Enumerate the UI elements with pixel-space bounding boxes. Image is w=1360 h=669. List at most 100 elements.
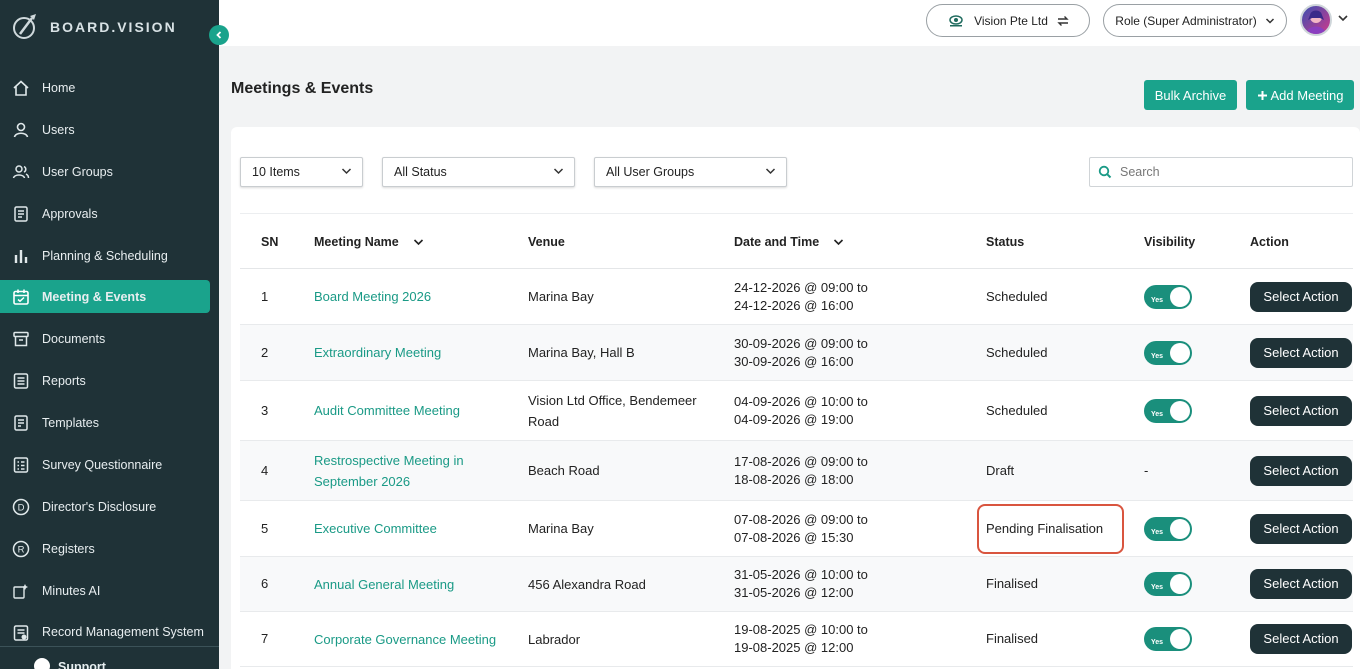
search-icon <box>1098 165 1112 179</box>
row-date-time: 04-09-2026 @ 10:00 to 04-09-2026 @ 19:00 <box>734 381 964 440</box>
column-header-date-time[interactable]: Date and Time <box>734 235 844 249</box>
chevron-down-icon <box>553 168 564 175</box>
sidebar-item-meeting-events[interactable]: Meeting & Events <box>0 280 210 314</box>
column-header-meeting-name[interactable]: Meeting Name <box>314 235 424 249</box>
select-action-button[interactable]: Select Action <box>1250 455 1352 486</box>
sidebar-nav: Home Users User Groups Approvals Planning & … <box>0 67 219 654</box>
sort-chevron-down-icon <box>413 239 423 246</box>
meeting-name-link[interactable]: Annual General Meeting <box>314 557 504 611</box>
organization-switcher[interactable]: Vision Pte Ltd <box>926 4 1090 37</box>
user-groups-filter-select[interactable]: All User Groups <box>594 157 787 187</box>
select-action-button[interactable]: Select Action <box>1250 569 1352 599</box>
meeting-name-link[interactable]: Extraordinary Meeting <box>314 325 504 380</box>
row-sn: 4 <box>261 462 269 478</box>
bar-chart-icon <box>10 245 32 267</box>
select-action-button[interactable]: Select Action <box>1250 624 1352 654</box>
sidebar-item-label: Meeting & Events <box>42 289 147 304</box>
visibility-toggle[interactable]: Yes <box>1144 516 1192 541</box>
row-date-time: 30-09-2026 @ 09:00 to 30-09-2026 @ 16:00 <box>734 325 964 380</box>
sidebar-item-planning-scheduling[interactable]: Planning & Scheduling <box>0 235 219 277</box>
row-venue: Marina Bay <box>528 521 594 536</box>
sidebar-item-minutes-ai[interactable]: Minutes AI <box>0 570 219 612</box>
report-icon <box>10 370 32 392</box>
toggle-label: Yes <box>1151 639 1164 646</box>
sidebar-item-director-s-disclosure[interactable]: D Director's Disclosure <box>0 486 219 528</box>
sidebar-item-label: Record Management System <box>42 625 204 640</box>
select-action-button[interactable]: Select Action <box>1250 281 1352 312</box>
row-action: Select Action <box>1250 557 1352 611</box>
brand-name: BOARD.VISION <box>50 19 177 35</box>
search-box[interactable] <box>1089 157 1353 187</box>
column-header-action: Action <box>1250 235 1289 249</box>
sidebar: BOARD.VISION Home Users User Groups Approva… <box>0 0 219 669</box>
row-date-time: 07-08-2026 @ 09:00 to 07-08-2026 @ 15:30 <box>734 501 964 556</box>
visibility-toggle[interactable]: Yes <box>1144 284 1192 309</box>
sidebar-item-label: Users <box>42 122 75 137</box>
switch-icon <box>1057 15 1069 26</box>
sidebar-collapse-button[interactable] <box>209 25 229 45</box>
sort-chevron-down-icon <box>834 239 844 246</box>
search-input[interactable] <box>1120 165 1340 179</box>
bulk-archive-button[interactable]: Bulk Archive <box>1144 80 1237 110</box>
sidebar-item-users[interactable]: Users <box>0 109 219 151</box>
sidebar-item-label: Planning & Scheduling <box>42 248 168 263</box>
sidebar-item-home[interactable]: Home <box>0 67 219 109</box>
row-sn: 5 <box>261 520 269 536</box>
row-date-time: 17-08-2026 @ 09:00 to 18-08-2026 @ 18:00 <box>734 441 964 500</box>
minutes-ai-icon <box>10 580 32 602</box>
sidebar-item-reports[interactable]: Reports <box>0 360 219 402</box>
meeting-name-link[interactable]: Restrospective Meeting in September 2026 <box>314 441 504 500</box>
sidebar-item-user-groups[interactable]: User Groups <box>0 151 219 193</box>
sidebar-divider <box>0 646 219 647</box>
sidebar-item-label: Templates <box>42 416 99 431</box>
brand[interactable]: BOARD.VISION <box>10 12 177 42</box>
sidebar-item-approvals[interactable]: Approvals <box>0 193 219 235</box>
select-action-button[interactable]: Select Action <box>1250 337 1352 368</box>
visibility-toggle[interactable]: Yes <box>1144 627 1192 651</box>
top-bar: Vision Pte Ltd Role (Super Administrator… <box>219 0 1360 46</box>
sidebar-item-record-management-system[interactable]: Record Management System <box>0 612 219 654</box>
avatar-chevron-down-icon[interactable] <box>1337 14 1349 22</box>
sidebar-item-registers[interactable]: R Registers <box>0 528 219 570</box>
support-link[interactable]: Support <box>34 658 106 669</box>
toggle-label: Yes <box>1151 528 1164 536</box>
meeting-name-link[interactable]: Corporate Governance Meeting <box>314 612 504 666</box>
meeting-name-link[interactable]: Audit Committee Meeting <box>314 381 504 440</box>
users-icon <box>10 161 32 183</box>
row-start-datetime: 31-05-2026 @ 10:00 to <box>734 567 868 582</box>
table-row: 6 Annual General Meeting 456 Alexandra Roa… <box>240 557 1353 612</box>
visibility-toggle[interactable]: Yes <box>1144 572 1192 596</box>
row-status: Draft <box>986 462 1015 478</box>
user-icon <box>10 119 32 141</box>
visibility-text: - <box>1144 462 1149 478</box>
toggle-label: Yes <box>1151 410 1164 418</box>
sidebar-item-templates[interactable]: Templates <box>0 402 219 444</box>
row-sn: 1 <box>261 288 269 304</box>
row-sn: 2 <box>261 344 269 360</box>
user-avatar[interactable] <box>1300 4 1332 36</box>
select-action-button[interactable]: Select Action <box>1250 395 1352 426</box>
visibility-toggle[interactable]: Yes <box>1144 398 1192 423</box>
visibility-toggle[interactable]: Yes <box>1144 340 1192 365</box>
row-end-datetime: 07-08-2026 @ 15:30 <box>734 529 854 545</box>
meeting-name-link[interactable]: Executive Committee <box>314 501 504 556</box>
archive-box-icon <box>10 328 32 350</box>
sidebar-item-survey-questionnaire[interactable]: Survey Questionnaire <box>0 444 219 486</box>
row-status: Finalised <box>986 631 1039 646</box>
row-status: Scheduled <box>986 344 1048 360</box>
sidebar-item-documents[interactable]: Documents <box>0 318 219 360</box>
column-header-date-time-label: Date and Time <box>734 235 820 249</box>
sidebar-item-label: Home <box>42 80 76 95</box>
status-filter-select[interactable]: All Status <box>382 157 575 187</box>
role-dropdown[interactable]: Role (Super Administrator) <box>1103 4 1287 37</box>
select-action-button[interactable]: Select Action <box>1250 513 1352 544</box>
row-action: Select Action <box>1250 269 1352 324</box>
items-per-page-select[interactable]: 10 Items <box>240 157 363 187</box>
d-circle-icon: D <box>10 496 32 518</box>
row-action: Select Action <box>1250 612 1352 666</box>
row-start-datetime: 07-08-2026 @ 09:00 to <box>734 511 868 527</box>
meeting-name-link[interactable]: Board Meeting 2026 <box>314 269 504 324</box>
survey-icon <box>10 454 32 476</box>
add-meeting-button[interactable]: Add Meeting <box>1246 80 1354 110</box>
sidebar-item-label: Survey Questionnaire <box>42 458 163 473</box>
